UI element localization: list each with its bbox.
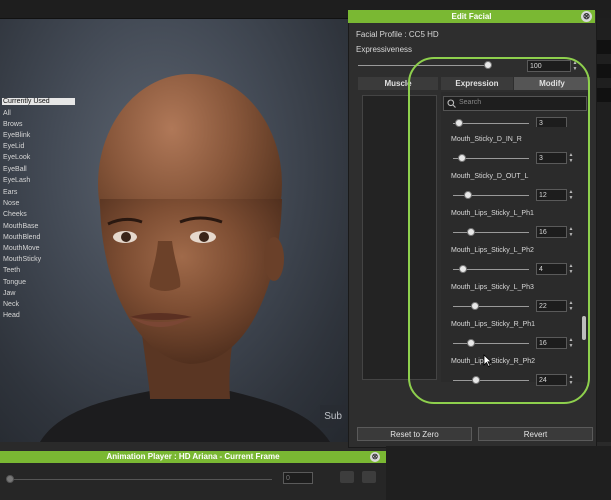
subtitle-tab[interactable]: Sub	[320, 405, 346, 428]
close-icon[interactable]: ⊗	[370, 452, 380, 462]
list-item[interactable]: EyeBlink	[3, 132, 30, 139]
facial-profile-label: Facial Profile : CC5 HD	[356, 30, 439, 39]
3d-viewport[interactable]: Sub	[0, 19, 352, 442]
list-item[interactable]: EyeLash	[3, 177, 30, 184]
reset-to-zero-button[interactable]: Reset to Zero	[357, 427, 472, 441]
list-item[interactable]: Tongue	[3, 279, 26, 286]
list-item[interactable]: Head	[3, 312, 20, 319]
timeline-handle[interactable]	[6, 475, 14, 483]
revert-button[interactable]: Revert	[478, 427, 593, 441]
list-item[interactable]: Brows	[3, 121, 22, 128]
list-item[interactable]: MouthBlend	[3, 234, 40, 241]
side-tool-icon[interactable]	[597, 88, 611, 102]
bottom-right-area	[386, 446, 611, 500]
side-tool-icon[interactable]	[597, 40, 611, 54]
list-item[interactable]: EyeLid	[3, 143, 24, 150]
list-item[interactable]: Teeth	[3, 267, 20, 274]
list-item[interactable]: MouthMove	[3, 245, 40, 252]
list-item[interactable]: Nose	[3, 200, 19, 207]
animation-player-title: Animation Player : HD Ariana - Current F…	[0, 451, 386, 463]
character-head-render	[40, 74, 330, 442]
list-item[interactable]: Neck	[3, 301, 19, 308]
list-item[interactable]: EyeBall	[3, 166, 27, 173]
player-tool-icon[interactable]	[340, 471, 354, 483]
list-item[interactable]: Jaw	[3, 290, 15, 297]
highlight-annotation	[408, 57, 590, 404]
side-tool-icon[interactable]	[597, 64, 611, 78]
list-item[interactable]: MouthSticky	[3, 256, 41, 263]
frame-field[interactable]: 0	[283, 472, 313, 484]
panel-title: Edit Facial	[348, 10, 595, 23]
list-item[interactable]: EyeLook	[3, 154, 30, 161]
list-item[interactable]: MouthBase	[3, 223, 38, 230]
player-window-icon[interactable]	[362, 471, 376, 483]
close-icon[interactable]: ⊗	[581, 11, 592, 22]
list-item[interactable]: All	[3, 110, 11, 117]
list-item[interactable]: Cheeks	[3, 211, 27, 218]
list-item[interactable]: Ears	[3, 189, 17, 196]
expressiveness-label: Expressiveness	[356, 45, 413, 54]
timeline-track[interactable]	[12, 479, 272, 480]
list-item-currently-used[interactable]: Currently Used	[2, 98, 75, 105]
